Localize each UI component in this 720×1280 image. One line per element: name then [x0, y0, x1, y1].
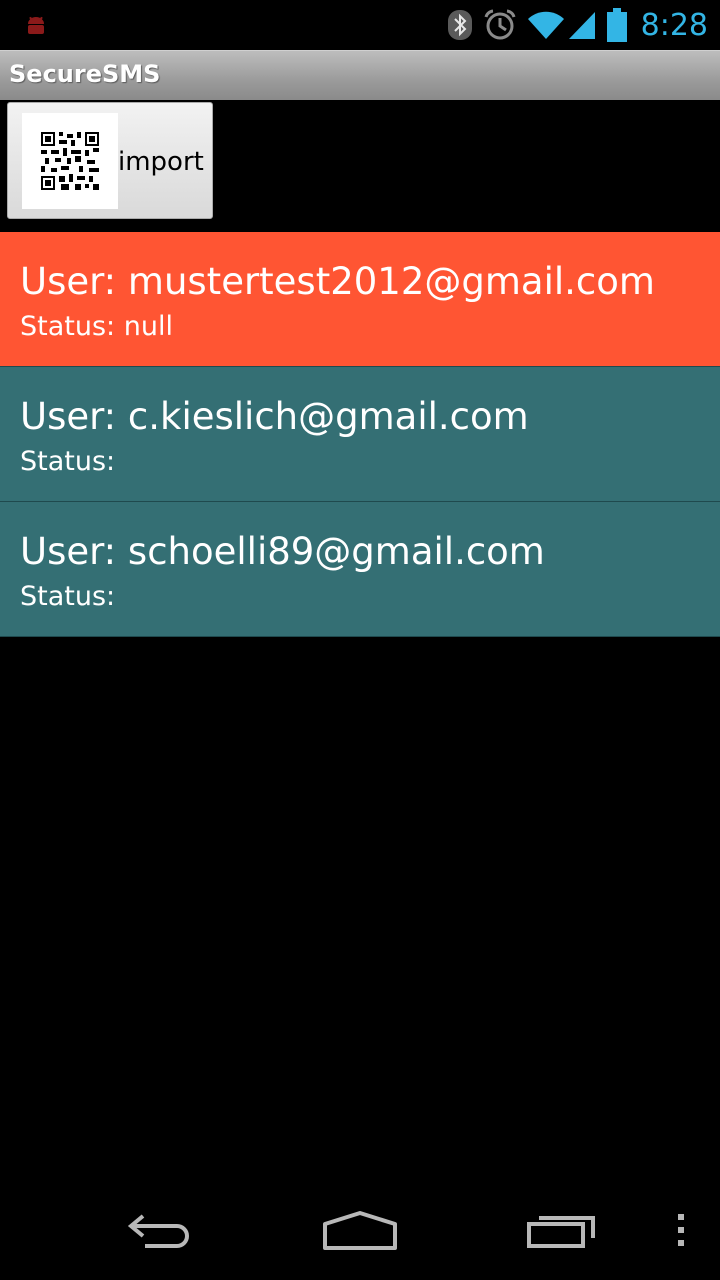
home-icon	[322, 1210, 398, 1254]
recent-apps-button[interactable]	[520, 1202, 604, 1262]
list-item[interactable]: User: schoelli89@gmail.com Status:	[0, 502, 720, 637]
list-item[interactable]: User: mustertest2012@gmail.com Status: n…	[0, 232, 720, 367]
user-email: User: schoelli89@gmail.com	[20, 530, 545, 573]
alarm-icon	[483, 8, 517, 42]
user-email: User: c.kieslich@gmail.com	[20, 395, 529, 438]
overflow-menu-icon	[676, 1213, 686, 1251]
user-list: User: mustertest2012@gmail.com Status: n…	[0, 232, 720, 637]
bluetooth-icon	[447, 9, 473, 41]
home-button[interactable]	[318, 1202, 402, 1262]
user-status: Status:	[20, 446, 116, 477]
wifi-icon	[527, 10, 565, 40]
user-status: Status:	[20, 581, 116, 612]
qr-code-icon	[22, 113, 118, 209]
import-label: import	[118, 147, 204, 177]
navigation-bar	[0, 1184, 720, 1280]
status-bar: 8:28	[0, 0, 720, 50]
android-notification-icon	[24, 14, 48, 38]
back-icon	[125, 1210, 195, 1254]
import-button[interactable]: import	[7, 102, 213, 219]
back-button[interactable]	[120, 1202, 200, 1262]
clock: 8:28	[640, 7, 708, 43]
user-status: Status: null	[20, 311, 173, 342]
signal-icon	[567, 10, 597, 40]
list-item[interactable]: User: c.kieslich@gmail.com Status:	[0, 367, 720, 502]
title-bar: SecureSMS	[0, 50, 720, 100]
recent-apps-icon	[526, 1210, 598, 1254]
user-email: User: mustertest2012@gmail.com	[20, 260, 655, 303]
app-title: SecureSMS	[9, 60, 161, 88]
battery-icon	[606, 8, 627, 42]
overflow-menu-button[interactable]	[664, 1202, 698, 1262]
